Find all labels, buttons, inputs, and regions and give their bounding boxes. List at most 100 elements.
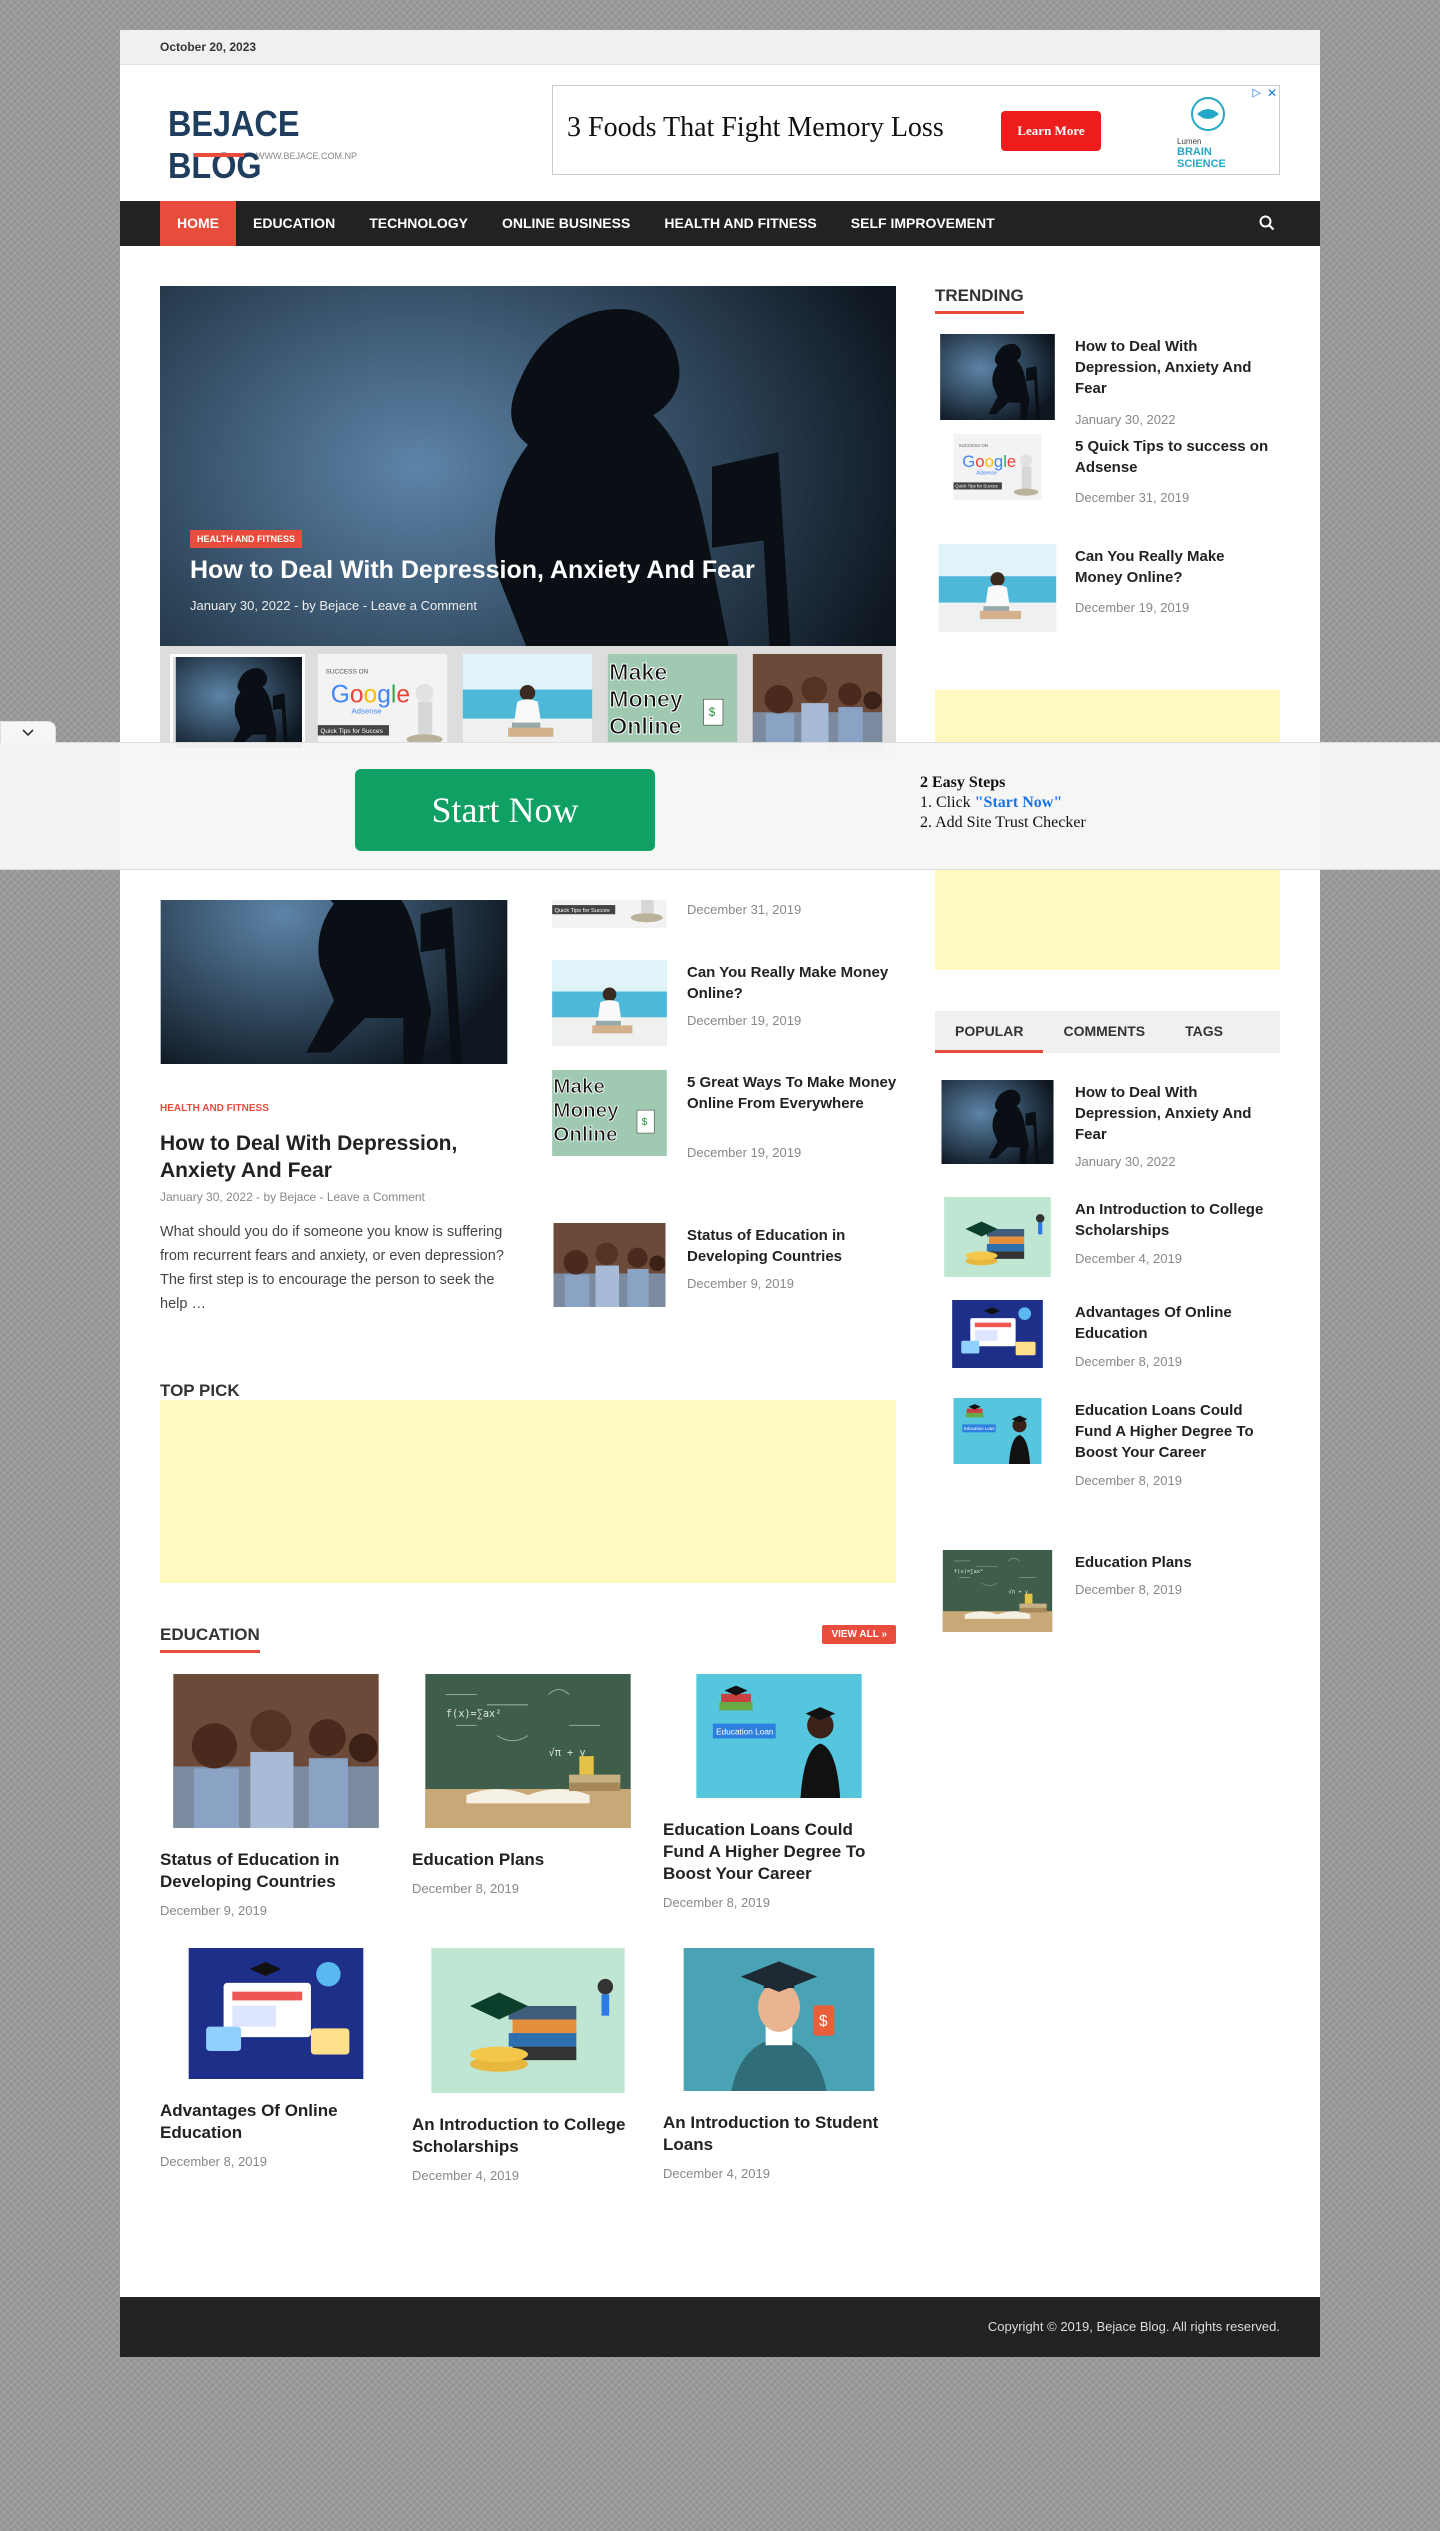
trending-thumb[interactable] <box>935 434 1060 505</box>
site-logo[interactable]: BEJACE BLOG WWW.BEJACE.COM.NP <box>168 103 368 187</box>
list-item-thumb[interactable] <box>547 1070 672 1161</box>
card-date: December 8, 2019 <box>663 1895 770 1910</box>
slider-thumb-adsense[interactable] <box>315 654 450 751</box>
collapse-ad-button[interactable] <box>0 721 56 743</box>
view-all-button[interactable]: VIEW ALL » <box>822 1625 896 1644</box>
trending-title[interactable]: How to Deal With Depression, Anxiety And… <box>1075 336 1275 399</box>
card-title[interactable]: An Introduction to Student Loans <box>663 2112 895 2156</box>
education-card[interactable]: Education Loans Could Fund A Higher Degr… <box>663 1674 895 1910</box>
slider-thumb-money-online[interactable] <box>605 654 740 751</box>
card-date: December 8, 2019 <box>412 1881 519 1896</box>
featured-comment-link[interactable]: Leave a Comment <box>327 1190 425 1204</box>
hero-title[interactable]: How to Deal With Depression, Anxiety And… <box>190 556 755 585</box>
popular-date: January 30, 2022 <box>1075 1154 1176 1169</box>
header-ad[interactable]: 3 Foods That Fight Memory Loss Learn Mor… <box>552 85 1280 175</box>
slider-thumb-kids[interactable] <box>750 654 885 751</box>
logo-underline <box>194 153 244 157</box>
list-item-thumb[interactable] <box>547 1223 672 1312</box>
popular-thumb[interactable] <box>935 1197 1060 1282</box>
popular-thumb[interactable] <box>935 1300 1060 1373</box>
step-one: 1. Click "Start Now" <box>920 794 1063 811</box>
education-card[interactable]: An Introduction to Student Loans Decembe… <box>663 1948 895 2181</box>
steps-title: 2 Easy Steps <box>920 774 1006 791</box>
card-image[interactable] <box>160 1948 392 2084</box>
nav-self-improvement[interactable]: SELF IMPROVEMENT <box>834 201 1012 246</box>
trending-heading: TRENDING <box>935 286 1024 314</box>
start-now-button[interactable]: Start Now <box>355 769 655 851</box>
ad-learn-more-button[interactable]: Learn More <box>1001 111 1101 151</box>
education-card[interactable]: Advantages Of Online Education December … <box>160 1948 392 2169</box>
sidebar-tabs: POPULAR COMMENTS TAGS <box>935 1011 1280 1053</box>
list-item-title[interactable]: Status of Education in Developing Countr… <box>687 1225 897 1267</box>
trending-date: December 19, 2019 <box>1075 600 1190 615</box>
nav-health-fitness[interactable]: HEALTH AND FITNESS <box>647 201 833 246</box>
list-item-date: December 19, 2019 <box>687 1013 802 1028</box>
logo-subtitle: WWW.BEJACE.COM.NP <box>256 151 357 161</box>
hero-date[interactable]: January 30, 2022 <box>190 598 290 613</box>
ad-steps: 2 Easy Steps 1. Click "Start Now" 2. Add… <box>920 773 1086 833</box>
card-image[interactable] <box>412 1948 644 2098</box>
list-item-title[interactable]: Can You Really Make Money Online? <box>687 962 897 1004</box>
popular-thumb[interactable] <box>935 1080 1060 1169</box>
featured-category[interactable]: HEALTH AND FITNESS <box>160 1103 269 1114</box>
ad-close-icon[interactable]: ✕ <box>1267 86 1277 100</box>
tab-popular[interactable]: POPULAR <box>935 1011 1044 1053</box>
education-card[interactable]: An Introduction to College Scholarships … <box>412 1948 644 2183</box>
card-title[interactable]: An Introduction to College Scholarships <box>412 2114 644 2158</box>
top-pick-ad-slot[interactable] <box>160 1400 896 1583</box>
list-item-thumb[interactable] <box>547 900 672 928</box>
nav-home[interactable]: HOME <box>160 201 236 246</box>
nav-online-business[interactable]: ONLINE BUSINESS <box>485 201 647 246</box>
card-title[interactable]: Education Loans Could Fund A Higher Degr… <box>663 1819 895 1885</box>
hero-category-badge[interactable]: HEALTH AND FITNESS <box>190 530 302 548</box>
list-item-thumb[interactable] <box>547 960 672 1051</box>
list-item-title[interactable]: 5 Great Ways To Make Money Online From E… <box>687 1072 897 1114</box>
card-title[interactable]: Advantages Of Online Education <box>160 2100 392 2144</box>
main-navigation: HOME EDUCATION TECHNOLOGY ONLINE BUSINES… <box>120 201 1320 246</box>
ad-choices-icon[interactable]: ▷ <box>1253 86 1261 99</box>
featured-author[interactable]: by Bejace <box>263 1190 316 1204</box>
search-icon[interactable] <box>1258 214 1276 232</box>
popular-title[interactable]: Advantages Of Online Education <box>1075 1302 1275 1344</box>
hero-slide[interactable]: HEALTH AND FITNESS How to Deal With Depr… <box>160 286 896 646</box>
card-title[interactable]: Education Plans <box>412 1849 644 1871</box>
hero-comment-link[interactable]: Leave a Comment <box>371 598 477 613</box>
card-image[interactable] <box>412 1674 644 1833</box>
popular-title[interactable]: Education Loans Could Fund A Higher Degr… <box>1075 1400 1275 1463</box>
logo-title: BEJACE BLOG <box>168 103 300 186</box>
svg-text:SCIENCE: SCIENCE <box>1177 158 1226 170</box>
nav-education[interactable]: EDUCATION <box>236 201 352 246</box>
footer-copyright: Copyright © 2019, Bejace Blog. All right… <box>987 2319 1280 2334</box>
tab-tags[interactable]: TAGS <box>1165 1011 1243 1053</box>
education-card[interactable]: Education Plans December 8, 2019 <box>412 1674 644 1896</box>
trending-thumb[interactable] <box>935 334 1060 425</box>
popular-date: December 4, 2019 <box>1075 1251 1182 1266</box>
popular-title[interactable]: How to Deal With Depression, Anxiety And… <box>1075 1082 1275 1145</box>
featured-excerpt: What should you do if someone you know i… <box>160 1224 504 1312</box>
slider-thumb-laptop[interactable] <box>460 654 595 751</box>
slider-thumb-depression[interactable] <box>170 654 305 751</box>
trending-title[interactable]: 5 Quick Tips to success on Adsense <box>1075 436 1275 478</box>
trending-thumb[interactable] <box>935 544 1060 637</box>
popular-date: December 8, 2019 <box>1075 1354 1182 1369</box>
card-title[interactable]: Status of Education in Developing Countr… <box>160 1849 392 1893</box>
start-now-link[interactable]: "Start Now" <box>975 794 1063 811</box>
popular-thumb[interactable] <box>935 1398 1060 1469</box>
education-card[interactable]: Status of Education in Developing Countr… <box>160 1674 392 1918</box>
popular-title[interactable]: Education Plans <box>1075 1552 1275 1573</box>
list-item-date: December 31, 2019 <box>687 902 802 917</box>
card-date: December 4, 2019 <box>412 2168 519 2183</box>
card-image[interactable] <box>663 1948 895 2096</box>
tab-comments[interactable]: COMMENTS <box>1043 1011 1165 1053</box>
featured-date[interactable]: January 30, 2022 <box>160 1190 253 1204</box>
featured-title[interactable]: How to Deal With Depression, Anxiety And… <box>160 1130 508 1184</box>
card-image[interactable] <box>160 1674 392 1833</box>
popular-title[interactable]: An Introduction to College Scholarships <box>1075 1199 1275 1241</box>
popular-date: December 8, 2019 <box>1075 1473 1182 1488</box>
featured-image[interactable] <box>160 900 508 1064</box>
card-image[interactable] <box>663 1674 895 1803</box>
trending-title[interactable]: Can You Really Make Money Online? <box>1075 546 1275 588</box>
popular-thumb[interactable] <box>935 1550 1060 1637</box>
nav-technology[interactable]: TECHNOLOGY <box>352 201 485 246</box>
hero-author[interactable]: by Bejace <box>302 598 359 613</box>
